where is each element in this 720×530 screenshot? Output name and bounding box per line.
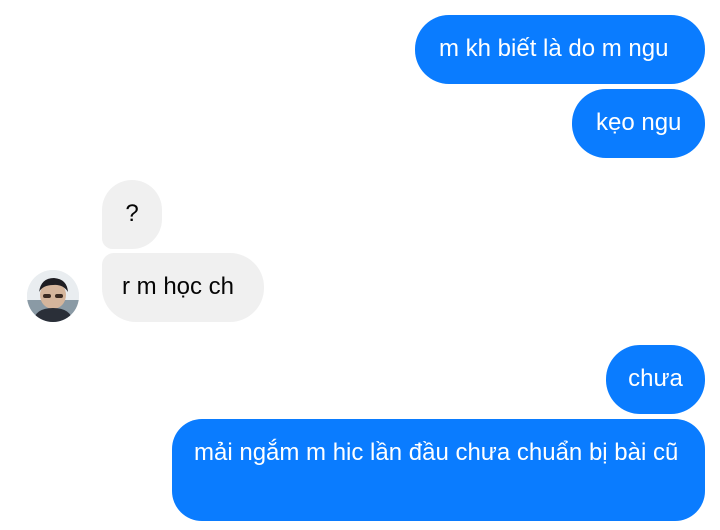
outgoing-message-bubble[interactable]: m kh biết là do m ngu [415, 15, 705, 84]
outgoing-message-bubble[interactable]: mải ngắm m hic lần đầu chưa chuẩn bị bài… [172, 419, 705, 521]
incoming-message-bubble[interactable]: ? [102, 180, 162, 249]
sender-avatar[interactable] [27, 270, 79, 322]
outgoing-message-bubble[interactable]: kẹo ngu [572, 89, 705, 158]
outgoing-message-bubble[interactable]: chưa [606, 345, 705, 414]
message-text: mải ngắm m hic lần đầu chưa chuẩn bị bài… [194, 439, 679, 466]
incoming-message-bubble[interactable]: r m học ch [102, 253, 264, 322]
message-text: ? [125, 200, 139, 227]
message-text: m kh biết là do m ngu [439, 35, 669, 62]
message-text: chưa [628, 365, 683, 392]
message-text: r m học ch [122, 273, 235, 300]
message-text: kẹo ngu [596, 109, 682, 136]
user-avatar-icon [27, 270, 79, 322]
